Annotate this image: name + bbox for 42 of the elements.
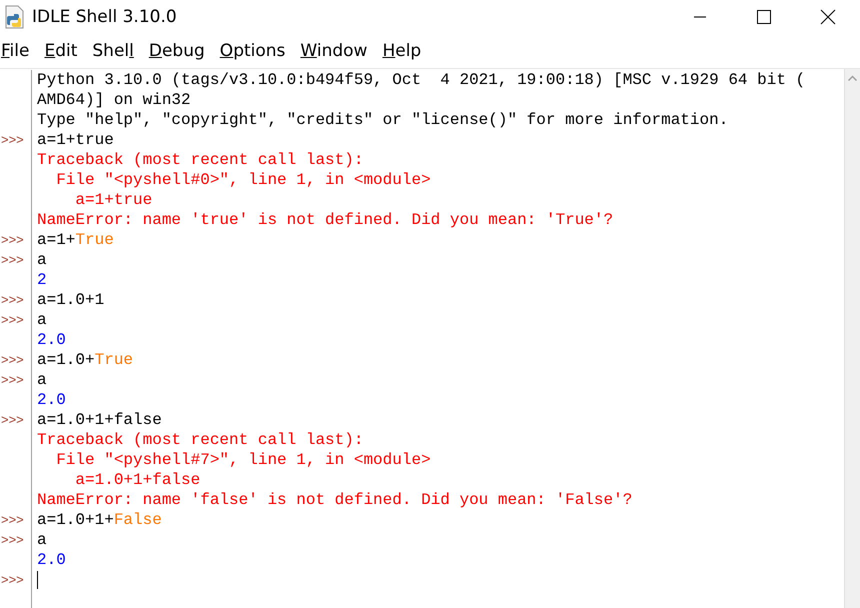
- window-title: IDLE Shell 3.10.0: [32, 7, 178, 27]
- code-text: a: [37, 250, 47, 270]
- code-text: a=1.0+: [37, 350, 95, 370]
- error-text: File "<pyshell#7>", line 1, in <module>: [55, 450, 431, 470]
- menu-item[interactable]: Edit: [44, 41, 78, 61]
- menu-item[interactable]: Window: [300, 41, 368, 61]
- code-text: a=1.0+1+: [37, 510, 114, 530]
- code-text: AMD64)] on win32: [37, 90, 191, 110]
- code-text: True: [94, 350, 134, 370]
- scroll-up-icon[interactable]: [848, 75, 857, 81]
- code-text: a: [37, 310, 47, 330]
- menu-item[interactable]: File: [1, 41, 30, 61]
- code-text: a=1.0+1: [37, 290, 104, 310]
- menu-item[interactable]: Debug: [148, 41, 205, 61]
- error-text: NameError: name 'true' is not defined. Did you mean: 'True'?: [37, 210, 614, 230]
- python-file-icon: [4, 5, 26, 29]
- output-text: 2.0: [37, 390, 66, 410]
- error-text: NameError: name 'false' is not defined. Did you mean: 'False'?: [37, 490, 632, 510]
- error-text: a=1+true: [74, 190, 152, 210]
- scrollbar[interactable]: [844, 69, 860, 608]
- code-text: Type "help", "copyright", "credits" or "license()" for more information.: [37, 110, 728, 130]
- minimize-icon: [693, 16, 707, 18]
- code-text: a=1+: [37, 230, 76, 250]
- close-icon: [820, 9, 836, 25]
- menu-item[interactable]: Options: [220, 41, 286, 61]
- error-text: Traceback (most recent call last):: [37, 150, 364, 170]
- error-text: File "<pyshell#0>", line 1, in <module>: [55, 170, 431, 190]
- code-text: a: [37, 370, 47, 390]
- error-text: Traceback (most recent call last):: [37, 430, 364, 450]
- code-text: Python 3.10.0 (tags/v3.10.0:b494f59, Oct 4 2021, 19:00:18) [MSC v.1929 64 bit (: [37, 70, 806, 90]
- output-text: 2.0: [37, 330, 66, 350]
- output-text: 2.0: [37, 550, 66, 570]
- code-text: True: [75, 230, 114, 250]
- menu-item[interactable]: Shell: [92, 41, 134, 61]
- code-text: a=1+true: [37, 130, 114, 150]
- code-text: a: [37, 530, 47, 550]
- output-text: 2: [37, 270, 47, 290]
- code-text: False: [114, 510, 162, 530]
- error-text: a=1.0+1+false: [74, 470, 200, 490]
- maximize-icon: [756, 9, 772, 25]
- code-text: a=1.0+1+false: [37, 410, 162, 430]
- menu-item[interactable]: Help: [382, 41, 422, 61]
